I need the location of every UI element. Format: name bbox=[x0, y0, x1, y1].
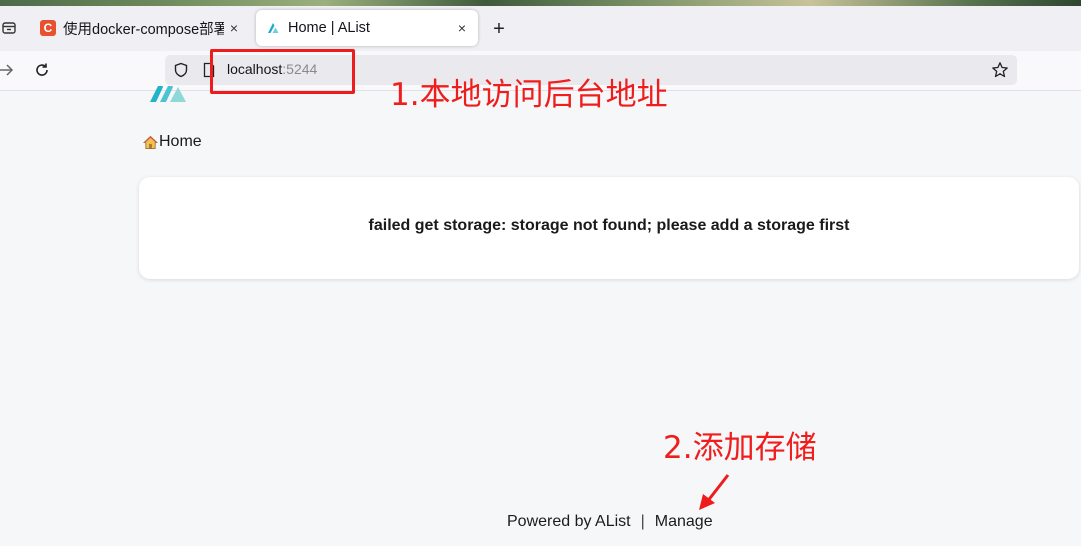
annotation-step2: 2.添加存储 bbox=[663, 430, 817, 466]
tab-title: 使用docker-compose部署 bbox=[63, 21, 224, 38]
annotation-arrow-icon bbox=[699, 474, 730, 510]
close-icon[interactable]: × bbox=[452, 20, 472, 36]
forward-button[interactable] bbox=[0, 60, 16, 80]
tab-bar: C 使用docker-compose部署 × Home | AList × + bbox=[0, 6, 1081, 51]
breadcrumb-home-link[interactable]: Home bbox=[159, 133, 202, 151]
alist-logo-icon bbox=[150, 86, 186, 102]
c-icon: C bbox=[40, 20, 56, 36]
bookmark-star-icon[interactable] bbox=[991, 61, 1009, 79]
annotation-step1: 1.本地访问后台地址 bbox=[390, 77, 668, 113]
alist-icon bbox=[268, 23, 279, 33]
home-icon bbox=[143, 135, 158, 149]
tab-list-button[interactable] bbox=[0, 10, 24, 46]
url-highlight-annotation bbox=[210, 49, 355, 94]
tab-docker-compose[interactable]: C 使用docker-compose部署 × bbox=[30, 10, 250, 46]
footer: Powered by AList | Manage bbox=[507, 513, 713, 531]
content-card: failed get storage: storage not found; p… bbox=[139, 177, 1079, 279]
close-icon[interactable]: × bbox=[224, 20, 244, 36]
tab-title: Home | AList bbox=[288, 20, 370, 36]
powered-by-link[interactable]: Powered by AList bbox=[507, 513, 631, 530]
footer-separator: | bbox=[640, 513, 645, 530]
tab-list-icon bbox=[2, 22, 16, 34]
new-tab-button[interactable]: + bbox=[488, 18, 510, 40]
reload-button[interactable] bbox=[32, 60, 52, 80]
forward-arrow-icon bbox=[0, 64, 14, 76]
shield-icon[interactable] bbox=[173, 62, 189, 78]
reload-icon bbox=[36, 63, 48, 76]
manage-link[interactable]: Manage bbox=[655, 513, 713, 530]
breadcrumb: Home bbox=[143, 133, 202, 151]
error-message: failed get storage: storage not found; p… bbox=[368, 216, 850, 234]
tab-home-alist[interactable]: Home | AList × bbox=[256, 10, 478, 46]
alist-logo bbox=[148, 86, 190, 104]
